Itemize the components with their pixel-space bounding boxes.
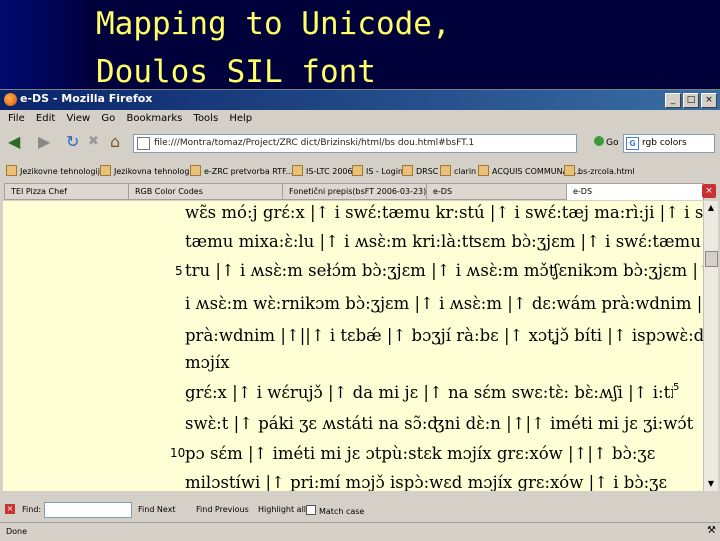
menu-go[interactable]: Go <box>101 113 115 124</box>
menu-help[interactable]: Help <box>229 113 252 124</box>
page-content: wɛ̃s mó:j grɛ́:x |↑ i swɛ́:tæmu kr:stú |… <box>3 201 703 491</box>
line-number: 10 <box>170 446 186 460</box>
search-input-value: rgb colors <box>642 138 687 148</box>
bookmark-item[interactable]: bs-zrcola.html <box>564 165 635 176</box>
scroll-down-icon[interactable]: ▼ <box>705 478 717 490</box>
tab-foneticni-prepis[interactable]: Fonetični prepis(bsFT 2006-03-23) <box>282 183 430 200</box>
bookmark-label: clarin <box>454 167 477 176</box>
bookmark-folder-icon <box>100 165 111 176</box>
slide-accent-bar <box>0 0 88 90</box>
find-bar: × Find: Find Next Find Previous Highligh… <box>0 499 720 521</box>
bookmark-label: DRSC <box>416 167 439 176</box>
address-bar[interactable]: file:///Montra/tomaz/Project/ZRC dict/Br… <box>133 134 577 153</box>
find-label: Find: <box>22 505 42 514</box>
match-case-checkbox[interactable]: Match case <box>306 505 364 516</box>
bookmark-page-icon <box>402 165 413 176</box>
search-box[interactable]: Grgb colors <box>623 134 715 153</box>
line-number: 5 <box>175 264 183 278</box>
menu-bar: File Edit View Go Bookmarks Tools Help <box>0 110 720 128</box>
transcription-line: tæmu mixa:ɛ̀:lu |↑ i ʍsɛ̀:m kri:là:tʦɛm … <box>185 232 703 251</box>
bookmark-page-icon <box>478 165 489 176</box>
bookmark-label: bs-zrcola.html <box>578 167 635 176</box>
bookmark-item[interactable]: clarin <box>440 165 476 176</box>
bookmark-item[interactable]: Jezikovna tehnologije <box>100 165 199 176</box>
tab-e-ds[interactable]: e-DS <box>426 183 570 200</box>
transcription-line: swɛ̀:t |↑ páki ʒɛ ʍstáti na sɔ̃:ʤni dɛ̀:… <box>185 414 694 433</box>
transcription-line: prà:wdnim |↑||↑ i tɛbǽ |↑ bɔʒjí rà:bɛ |↑… <box>185 326 703 345</box>
bookmark-page-icon <box>292 165 303 176</box>
transcription-line: grɛ́:x |↑ i wɛ́rujɔ̌ |↑ da mi jɛ |↑ na s… <box>185 383 673 402</box>
status-icons: ⚒ <box>707 525 716 536</box>
browser-window: e-DS - Mozilla Firefox _ □ × File Edit V… <box>0 89 720 541</box>
menu-bookmarks[interactable]: Bookmarks <box>126 113 182 124</box>
bookmark-item[interactable]: IS-LTC 2006 <box>292 165 353 176</box>
back-arrow-icon[interactable]: ◀ <box>8 133 20 151</box>
scroll-up-icon[interactable]: ▲ <box>705 202 717 214</box>
close-find-icon[interactable]: × <box>5 504 15 514</box>
bookmark-label: e-ZRC pretvorba RTF.... <box>204 167 296 176</box>
page-icon <box>137 137 150 150</box>
go-button[interactable]: Go <box>594 136 618 148</box>
slide-title-line-1: Mapping to Unicode, <box>96 6 451 42</box>
minimize-button[interactable]: _ <box>665 93 681 108</box>
slide-title: Mapping to Unicode, Doulos SIL font <box>96 0 451 96</box>
bookmark-label: Jezikovne tehnologije <box>20 167 105 176</box>
checkbox-icon <box>306 505 316 515</box>
menu-view[interactable]: View <box>66 113 90 124</box>
bookmarks-toolbar: Jezikovne tehnologije Jezikovna tehnolog… <box>0 160 720 182</box>
bookmark-item[interactable]: IS - Login <box>352 165 403 176</box>
navigation-toolbar: ◀ ▶ ↻ ✖ ⌂ file:///Montra/tomaz/Project/Z… <box>0 128 720 156</box>
bookmark-page-icon <box>190 165 201 176</box>
close-button[interactable]: × <box>701 93 717 108</box>
reload-icon[interactable]: ↻ <box>66 133 79 151</box>
find-next-button[interactable]: Find Next <box>138 505 176 514</box>
bookmark-label: IS - Login <box>366 167 403 176</box>
menu-tools[interactable]: Tools <box>194 113 219 124</box>
google-icon: G <box>626 137 639 150</box>
vertical-scrollbar[interactable]: ▲ ▼ <box>703 201 718 491</box>
address-url: file:///Montra/tomaz/Project/ZRC dict/Br… <box>154 138 475 148</box>
transcription-line: pɔ sɛ́m |↑ iméti mi jɛ ɔtpù:stɛk mɔjíx g… <box>185 444 656 463</box>
menu-file[interactable]: File <box>8 113 25 124</box>
bookmark-label: IS-LTC 2006 <box>306 167 353 176</box>
window-titlebar: e-DS - Mozilla Firefox _ □ × <box>0 90 720 110</box>
home-icon[interactable]: ⌂ <box>110 133 120 151</box>
scrollbar-thumb[interactable] <box>705 251 718 267</box>
go-label: Go <box>606 138 619 148</box>
status-bar: Done ⚒ <box>0 522 720 541</box>
match-case-label: Match case <box>319 507 365 516</box>
bookmark-page-icon <box>352 165 363 176</box>
bookmark-label: Jezikovna tehnologije <box>114 167 199 176</box>
close-tab-icon[interactable]: × <box>702 184 716 198</box>
line-number: 5 <box>673 382 680 393</box>
bookmark-item[interactable]: e-ZRC pretvorba RTF.... <box>190 165 296 176</box>
bookmark-page-icon <box>440 165 451 176</box>
find-previous-button[interactable]: Find Previous <box>196 505 249 514</box>
window-title: e-DS - Mozilla Firefox <box>20 92 153 105</box>
transcription-line: i ʍsɛ̀:m wɛ̀:rnikɔm bɔ̀:ʒjɛm |↑ i ʍsɛ̀:m… <box>185 294 703 313</box>
highlight-all-button[interactable]: Highlight all <box>258 505 306 514</box>
tab-strip: TEI Pizza Chef RGB Color Codes Fonetični… <box>0 183 720 200</box>
transcription-line: milɔstíwi |↑ pri:mí mɔjɔ̌ ispɔ̀:wɛd mɔjí… <box>185 473 667 491</box>
bookmark-page-icon <box>564 165 575 176</box>
tab-rgb-color-codes[interactable]: RGB Color Codes <box>128 183 286 200</box>
status-text: Done <box>6 527 28 536</box>
menu-edit[interactable]: Edit <box>36 113 55 124</box>
bookmark-item[interactable]: DRSC <box>402 165 438 176</box>
find-input[interactable] <box>44 502 132 518</box>
bookmark-item[interactable]: Jezikovne tehnologije <box>6 165 105 176</box>
firefox-icon <box>4 93 17 106</box>
tab-tei-pizza-chef[interactable]: TEI Pizza Chef <box>4 183 132 200</box>
tab-e-ds-active[interactable]: e-DS <box>566 183 704 200</box>
bookmark-folder-icon <box>6 165 17 176</box>
forward-arrow-icon[interactable]: ▶ <box>38 133 50 151</box>
maximize-button[interactable]: □ <box>683 93 699 108</box>
go-icon <box>594 136 604 146</box>
transcription-line: tru |↑ i ʍsɛ̀:m sełɔ́m bɔ̀:ʒjɛm |↑ i ʍsɛ… <box>185 261 703 280</box>
transcription-line: wɛ̃s mó:j grɛ́:x |↑ i swɛ́:tæmu kr:stú |… <box>185 203 703 222</box>
stop-icon[interactable]: ✖ <box>88 133 99 151</box>
transcription-line: mɔjíx <box>185 353 230 372</box>
